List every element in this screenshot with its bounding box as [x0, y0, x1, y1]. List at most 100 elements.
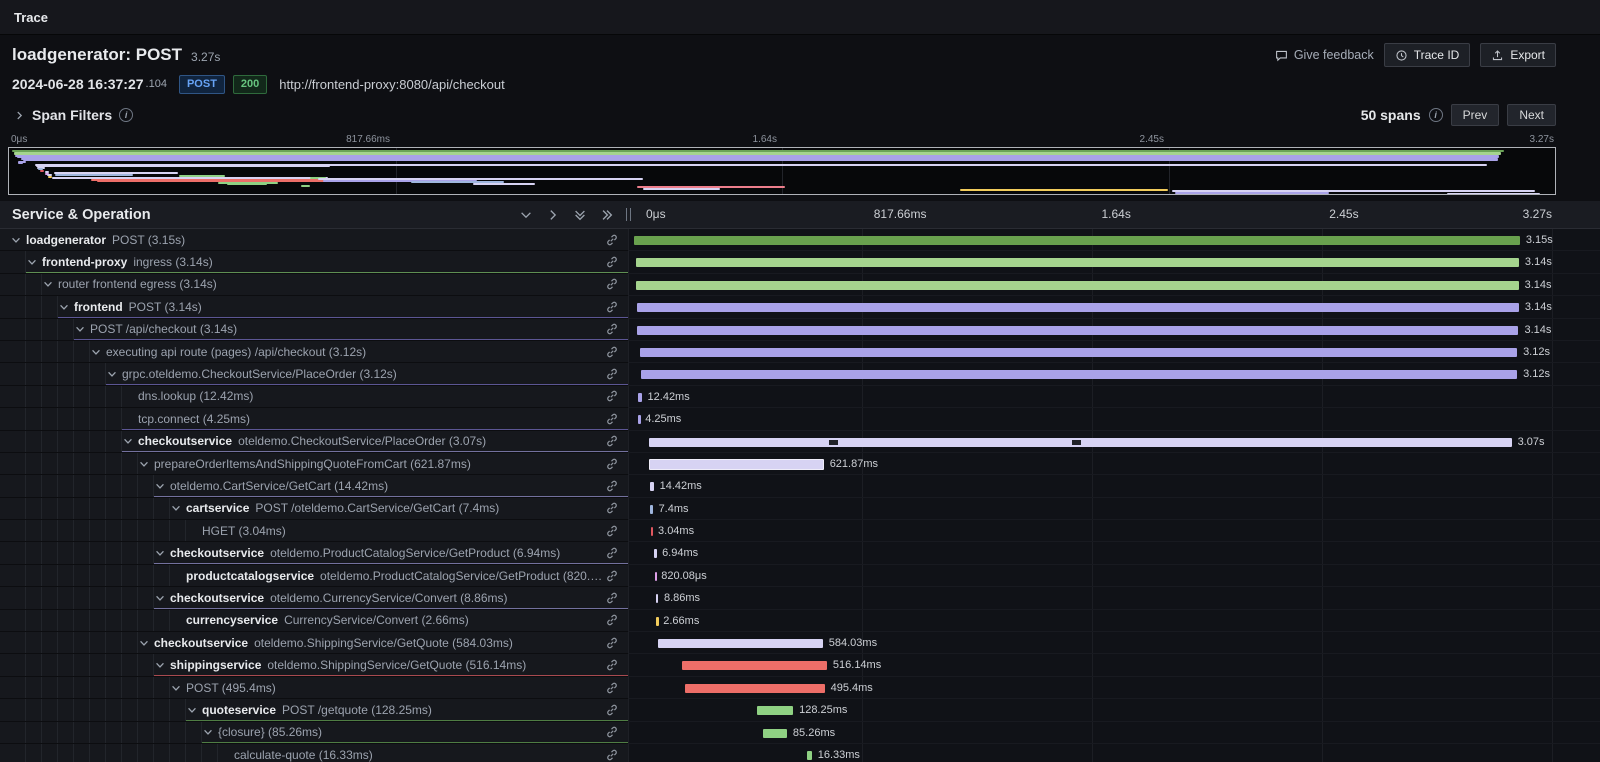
span-timeline-cell[interactable]: 3.12s — [628, 341, 1600, 363]
span-bar[interactable] — [685, 684, 824, 693]
span-timeline-cell[interactable]: 3.04ms — [628, 520, 1600, 542]
span-link-icon[interactable] — [605, 412, 619, 426]
collapse-chevron-icon[interactable] — [106, 368, 118, 380]
span-name-cell[interactable]: frontend-proxy ingress (3.14s) — [0, 251, 628, 273]
span-name-cell[interactable]: checkoutservice oteldemo.ShippingService… — [0, 632, 628, 654]
collapse-chevron-icon[interactable] — [154, 659, 166, 671]
span-bar[interactable] — [637, 303, 1519, 312]
span-name-cell[interactable]: loadgenerator POST (3.15s) — [0, 229, 628, 251]
span-filters-label[interactable]: Span Filters — [32, 107, 112, 123]
span-link-icon[interactable] — [605, 501, 619, 515]
span-link-icon[interactable] — [605, 479, 619, 493]
span-bar[interactable] — [637, 326, 1518, 335]
span-name-cell[interactable]: router frontend egress (3.14s) — [0, 274, 628, 296]
collapse-chevron-icon[interactable] — [170, 502, 182, 514]
span-timeline-cell[interactable]: 820.08μs — [628, 565, 1600, 587]
span-timeline-cell[interactable]: 3.14s — [628, 251, 1600, 273]
span-link-icon[interactable] — [605, 748, 619, 762]
span-name-cell[interactable]: cartservice POST /oteldemo.CartService/G… — [0, 498, 628, 520]
export-button[interactable]: Export — [1480, 43, 1556, 67]
collapse-chevron-icon[interactable] — [154, 480, 166, 492]
minimap-canvas[interactable] — [8, 147, 1556, 195]
span-link-icon[interactable] — [605, 322, 619, 336]
span-link-icon[interactable] — [605, 345, 619, 359]
span-link-icon[interactable] — [605, 255, 619, 269]
collapse-chevron-icon[interactable] — [90, 346, 102, 358]
column-resize-handle[interactable] — [626, 208, 631, 221]
next-button[interactable]: Next — [1507, 104, 1556, 126]
collapse-chevron-icon[interactable] — [202, 726, 214, 738]
span-timeline-cell[interactable]: 8.86ms — [628, 587, 1600, 609]
collapse-chevron-icon[interactable] — [26, 256, 38, 268]
expand-all-icon[interactable] — [600, 208, 614, 222]
span-timeline-cell[interactable]: 16.33ms — [628, 744, 1600, 762]
span-link-icon[interactable] — [605, 367, 619, 381]
span-name-cell[interactable]: executing api route (pages) /api/checkou… — [0, 341, 628, 363]
span-timeline-cell[interactable]: 12.42ms — [628, 386, 1600, 408]
span-timeline-cell[interactable]: 516.14ms — [628, 654, 1600, 676]
span-bar[interactable] — [636, 258, 1519, 267]
span-timeline-cell[interactable]: 85.26ms — [628, 722, 1600, 744]
span-bar[interactable] — [658, 639, 823, 648]
span-link-icon[interactable] — [605, 613, 619, 627]
collapse-chevron-icon[interactable] — [186, 704, 198, 716]
collapse-chevron-icon[interactable] — [10, 234, 22, 246]
span-name-cell[interactable]: oteldemo.CartService/GetCart (14.42ms) — [0, 475, 628, 497]
span-timeline-cell[interactable]: 6.94ms — [628, 542, 1600, 564]
span-name-cell[interactable]: checkoutservice oteldemo.ProductCatalogS… — [0, 542, 628, 564]
span-link-icon[interactable] — [605, 703, 619, 717]
span-name-cell[interactable]: productcatalogservice oteldemo.ProductCa… — [0, 565, 628, 587]
span-timeline-cell[interactable]: 2.66ms — [628, 610, 1600, 632]
collapse-chevron-icon[interactable] — [122, 435, 134, 447]
span-timeline-cell[interactable]: 3.14s — [628, 319, 1600, 341]
span-timeline-cell[interactable]: 495.4ms — [628, 677, 1600, 699]
span-timeline-cell[interactable]: 7.4ms — [628, 498, 1600, 520]
span-bar[interactable] — [763, 729, 787, 738]
span-link-icon[interactable] — [605, 725, 619, 739]
span-bar[interactable] — [640, 348, 1517, 357]
collapse-chevron-icon[interactable] — [42, 278, 54, 290]
span-timeline-cell[interactable]: 14.42ms — [628, 475, 1600, 497]
span-link-icon[interactable] — [605, 681, 619, 695]
expand-one-icon[interactable] — [546, 208, 560, 222]
span-name-cell[interactable]: calculate-quote (16.33ms) — [0, 744, 628, 762]
span-timeline-cell[interactable]: 3.14s — [628, 296, 1600, 318]
span-link-icon[interactable] — [605, 546, 619, 560]
span-link-icon[interactable] — [605, 591, 619, 605]
span-bar[interactable] — [634, 236, 1520, 245]
span-link-icon[interactable] — [605, 434, 619, 448]
span-link-icon[interactable] — [605, 233, 619, 247]
collapse-chevron-icon[interactable] — [154, 547, 166, 559]
span-name-cell[interactable]: quoteservice POST /getquote (128.25ms) — [0, 699, 628, 721]
span-name-cell[interactable]: grpc.oteldemo.CheckoutService/PlaceOrder… — [0, 363, 628, 385]
span-timeline-cell[interactable]: 584.03ms — [628, 632, 1600, 654]
collapse-chevron-icon[interactable] — [58, 301, 70, 313]
span-bar[interactable] — [682, 661, 827, 670]
give-feedback-link[interactable]: Give feedback — [1275, 48, 1374, 62]
span-name-cell[interactable]: {closure} (85.26ms) — [0, 722, 628, 744]
span-timeline-cell[interactable]: 4.25ms — [628, 408, 1600, 430]
span-bar[interactable] — [757, 706, 793, 715]
span-name-cell[interactable]: currencyservice CurrencyService/Convert … — [0, 610, 628, 632]
collapse-chevron-icon[interactable] — [138, 637, 150, 649]
span-name-cell[interactable]: shippingservice oteldemo.ShippingService… — [0, 654, 628, 676]
span-timeline-cell[interactable]: 3.14s — [628, 274, 1600, 296]
span-link-icon[interactable] — [605, 658, 619, 672]
span-timeline-cell[interactable]: 621.87ms — [628, 453, 1600, 475]
span-name-cell[interactable]: POST /api/checkout (3.14s) — [0, 319, 628, 341]
span-timeline-cell[interactable]: 128.25ms — [628, 699, 1600, 721]
span-name-cell[interactable]: frontend POST (3.14s) — [0, 296, 628, 318]
span-name-cell[interactable]: HGET (3.04ms) — [0, 520, 628, 542]
collapse-chevron-icon[interactable] — [74, 323, 86, 335]
span-bar[interactable] — [641, 370, 1517, 379]
collapse-all-icon[interactable] — [573, 208, 587, 222]
span-link-icon[interactable] — [605, 524, 619, 538]
span-name-cell[interactable]: prepareOrderItemsAndShippingQuoteFromCar… — [0, 453, 628, 475]
prev-button[interactable]: Prev — [1451, 104, 1500, 126]
span-link-icon[interactable] — [605, 389, 619, 403]
span-timeline-cell[interactable]: 3.15s — [628, 229, 1600, 251]
trace-minimap[interactable]: 0μs817.66ms1.64s2.45s3.27s — [8, 134, 1556, 195]
span-filters-info-icon[interactable]: i — [119, 108, 133, 122]
collapse-chevron-icon[interactable] — [154, 592, 166, 604]
span-link-icon[interactable] — [605, 569, 619, 583]
